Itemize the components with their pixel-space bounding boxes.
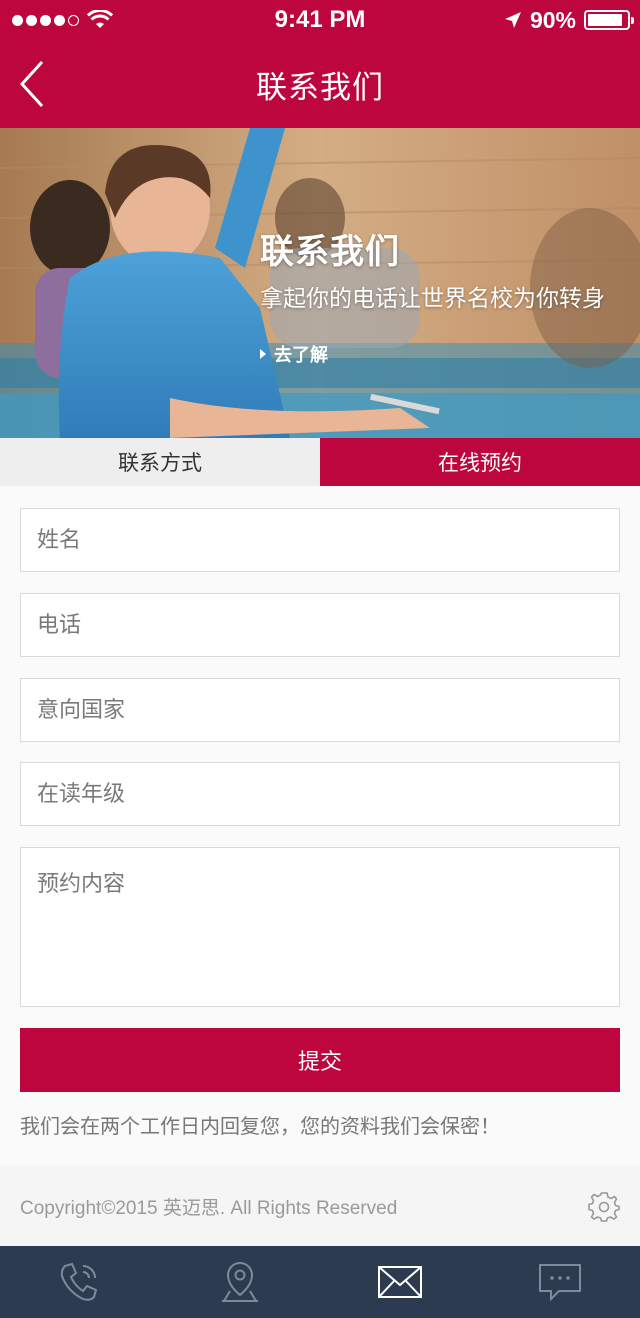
gear-icon[interactable]: [588, 1190, 620, 1222]
status-right: 90%: [504, 6, 634, 34]
tab-contact-methods[interactable]: 联系方式: [0, 438, 320, 486]
bottom-nav-chat[interactable]: [480, 1246, 640, 1318]
tab-bar: 联系方式 在线预约: [0, 438, 640, 486]
copyright-text: Copyright©2015 英迈思. All Rights Reserved: [20, 1197, 398, 1219]
bottom-nav-phone[interactable]: [0, 1246, 160, 1318]
footer: Copyright©2015 英迈思. All Rights Reserved: [0, 1166, 640, 1246]
hero-title: 联系我们: [260, 232, 400, 272]
bottom-nav-mail[interactable]: [320, 1246, 480, 1318]
status-time: 9:41 PM: [274, 6, 366, 33]
hero-learn-more-link[interactable]: 去了解: [260, 341, 605, 367]
hero-link-label: 去了解: [274, 345, 328, 366]
bottom-nav: [0, 1246, 640, 1318]
hero-text: 联系我们 拿起你的电话让世界名校为你转身 去了解: [260, 224, 605, 367]
page-title: 联系我们: [256, 69, 384, 106]
country-input[interactable]: [20, 678, 620, 742]
grade-input[interactable]: [20, 762, 620, 826]
wifi-icon: [87, 10, 113, 28]
chevron-left-icon[interactable]: [18, 60, 48, 108]
signal-dots-icon: [12, 14, 79, 26]
name-input[interactable]: [20, 508, 620, 572]
hero-banner[interactable]: 联系我们 拿起你的电话让世界名校为你转身 去了解: [0, 128, 640, 438]
phone-input[interactable]: [20, 593, 620, 657]
content-textarea[interactable]: [20, 847, 620, 1007]
nav-bar: 联系我们: [0, 40, 640, 128]
hero-subtitle: 拿起你的电话让世界名校为你转身: [260, 286, 605, 312]
status-bar: 9:41 PM 90%: [0, 0, 640, 40]
mail-icon: [378, 1266, 422, 1298]
bottom-nav-map[interactable]: [160, 1246, 320, 1318]
booking-form: 提交 我们会在两个工作日内回复您，您的资料我们会保密！: [0, 486, 640, 1166]
phone-icon: [60, 1262, 98, 1301]
play-triangle-icon: [260, 349, 266, 359]
map-pin-icon: [222, 1261, 258, 1302]
privacy-notice: 我们会在两个工作日内回复您，您的资料我们会保密！: [20, 1114, 500, 1138]
battery-fill: [588, 14, 623, 26]
location-arrow-icon: [504, 12, 521, 28]
tab-online-booking[interactable]: 在线预约: [320, 438, 640, 486]
status-left: [12, 10, 113, 30]
battery-icon: [584, 10, 634, 30]
chat-icon: [539, 1264, 581, 1302]
submit-button[interactable]: 提交: [20, 1028, 620, 1092]
battery-percent: 90%: [529, 6, 576, 33]
